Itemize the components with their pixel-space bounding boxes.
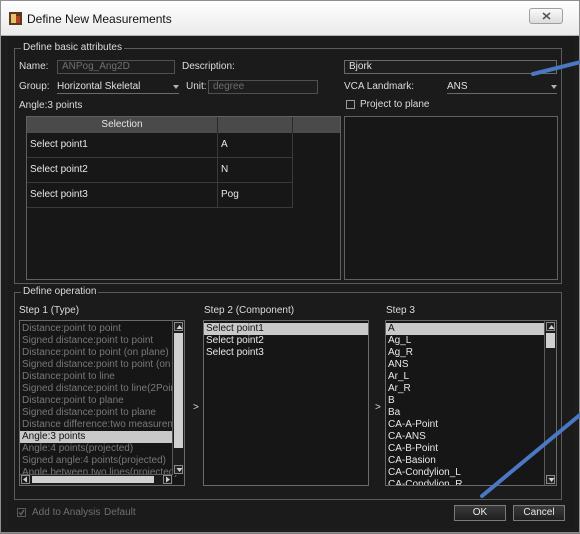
table-row-selection[interactable]: Select point1 [27,133,218,158]
list-item[interactable]: ANS [386,359,545,371]
close-icon [542,12,551,20]
list-item[interactable]: CA-Basion [386,455,545,467]
table-row-value[interactable]: Pog [218,183,293,208]
list-item[interactable]: Signed distance:point to plane [20,407,173,419]
name-field[interactable]: ANPog_Ang2D [57,60,175,74]
vca-landmark-select[interactable]: ANS [447,80,557,94]
list-item[interactable]: CA-Condylion_R [386,479,545,485]
checkmark-icon [18,509,25,516]
project-to-plane-label: Project to plane [360,99,430,110]
step1-horizontal-scrollbar[interactable] [20,474,173,485]
description-field[interactable]: Bjork [344,60,557,74]
chevron-down-icon [173,85,179,89]
vca-landmark-value: ANS [447,81,468,92]
group-select-value: Horizontal Skeletal [57,81,141,92]
add-to-analysis-label: Add to Analysis [32,507,101,518]
app-icon [9,12,22,25]
list-item[interactable]: Ag_R [386,347,545,359]
step3-landmark-list[interactable]: A Ag_L Ag_R ANS Ar_L Ar_R B Ba CA-A-Point CA-ANS C… [385,320,557,486]
step1-scroll-thumb[interactable] [174,333,183,448]
close-button[interactable] [529,8,563,24]
scroll-left-icon[interactable] [21,475,30,484]
list-item[interactable]: Distance difference:two measuremen [20,419,184,431]
table-row-value[interactable]: N [218,158,293,183]
add-to-analysis-checkbox[interactable] [17,508,26,517]
scroll-up-icon[interactable] [174,322,183,331]
list-item[interactable]: Signed distance:point to point [20,335,173,347]
define-measurements-dialog: Define New Measurements Define basic att… [0,0,580,533]
list-item[interactable]: Select point2 [204,335,368,347]
list-item[interactable]: Angle:4 points(projected) [20,443,173,455]
angle-type-label: Angle:3 points [19,100,83,111]
chevron-down-icon [551,85,557,89]
list-item[interactable]: Select point3 [204,347,368,359]
cancel-button[interactable]: Cancel [513,505,565,521]
dialog-content: Define basic attributes Name: ANPog_Ang2… [8,36,574,528]
ok-button[interactable]: OK [454,505,506,521]
list-item[interactable]: CA-B-Point [386,443,545,455]
step2-label: Step 2 (Component) [204,305,295,316]
step1-vertical-scrollbar[interactable] [172,321,184,475]
list-item[interactable]: Ar_L [386,371,545,383]
extra-header [293,117,340,133]
step1-type-list[interactable]: Distance:point to point Signed distance:p… [19,320,185,486]
group-label: Group: [19,81,50,92]
list-item[interactable]: Ag_L [386,335,545,347]
description-label: Description: [182,61,235,72]
selection-header: Selection [27,117,218,133]
list-item[interactable]: CA-ANS [386,431,545,443]
define-operation-title: Define operation [21,286,99,297]
list-item[interactable]: Angle:3 points [20,431,173,443]
table-row-selection[interactable]: Select point3 [27,183,218,208]
window-title: Define New Measurements [27,12,172,26]
basic-attributes-title: Define basic attributes [21,42,124,53]
scroll-up-icon[interactable] [546,322,555,331]
list-item[interactable]: Distance:point to line [20,371,173,383]
list-item[interactable]: Signed distance:point to line(2Points) [20,383,184,395]
scroll-right-icon[interactable] [163,475,172,484]
step2-component-list[interactable]: Select point1 Select point2 Select point3 [203,320,369,486]
default-label: Default [104,507,136,518]
list-item[interactable]: Select point1 [204,323,368,335]
group-select[interactable]: Horizontal Skeletal [57,80,179,94]
list-item[interactable]: Ar_R [386,383,545,395]
list-item[interactable]: Distance:point to point [20,323,173,335]
basic-attributes-group: Define basic attributes Name: ANPog_Ang2… [14,42,562,284]
list-item[interactable]: Ba [386,407,545,419]
unit-field[interactable]: degree [208,80,318,94]
projection-preview-panel [344,116,558,280]
step2-to-step3-arrow: > [375,402,381,413]
table-row-value[interactable]: A [218,133,293,158]
title-bar[interactable]: Define New Measurements [1,1,579,36]
step3-scroll-thumb[interactable] [546,333,555,348]
value-header [218,117,293,133]
selection-table: Selection Select point1 A Select point2 … [26,116,341,280]
step1-hscroll-thumb[interactable] [32,476,154,483]
list-item[interactable]: B [386,395,545,407]
scroll-down-icon[interactable] [546,475,555,484]
list-item[interactable]: Distance:point to plane [20,395,173,407]
list-item[interactable]: CA-A-Point [386,419,545,431]
list-item[interactable]: Distance:point to point (on plane) [20,347,173,359]
list-item[interactable]: Signed angle:4 points(projected) [20,455,173,467]
vca-landmark-label: VCA Landmark: [344,81,415,92]
project-to-plane-checkbox[interactable] [346,100,355,109]
step3-label: Step 3 [386,305,415,316]
list-item[interactable]: A [386,323,545,335]
define-operation-group: Define operation Step 1 (Type) Step 2 (C… [14,286,562,500]
unit-label: Unit: [186,81,207,92]
list-item[interactable]: Signed distance:point to point (on pla [20,359,184,371]
list-item[interactable]: CA-Condylion_L [386,467,545,479]
step1-label: Step 1 (Type) [19,305,80,316]
name-label: Name: [19,61,49,72]
step3-vertical-scrollbar[interactable] [544,321,556,485]
table-row-selection[interactable]: Select point2 [27,158,218,183]
scroll-down-icon[interactable] [174,465,183,474]
step1-to-step2-arrow: > [193,402,199,413]
